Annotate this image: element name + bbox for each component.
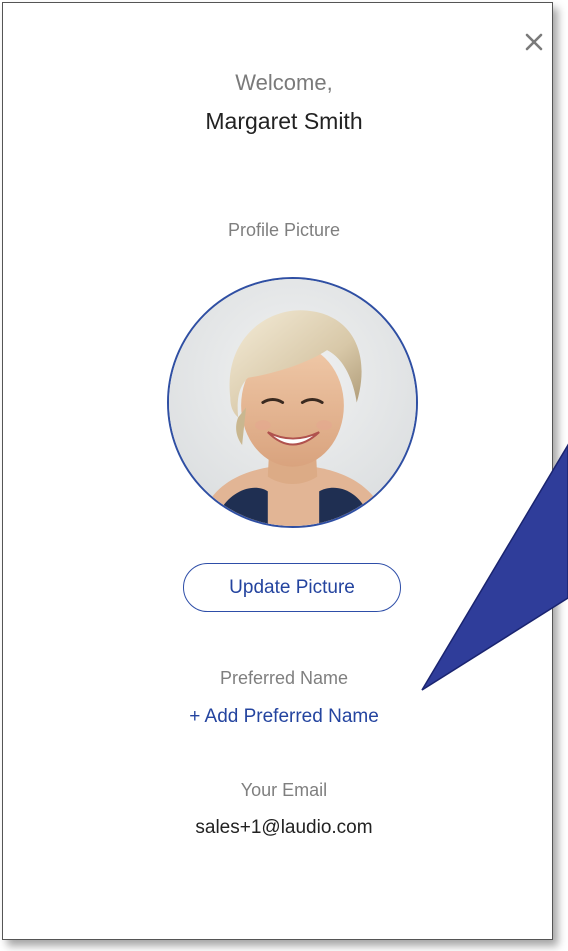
email-label: Your Email	[240, 780, 328, 800]
profile-photo	[169, 279, 416, 526]
preferred-name-label: Preferred Name	[219, 668, 349, 688]
add-preferred-name-link[interactable]: + Add Preferred Name	[0, 706, 568, 728]
close-icon	[525, 33, 543, 51]
app-canvas: Welcome, Margaret Smith Profile Picture	[0, 0, 568, 951]
welcome-heading: Welcome,	[235, 70, 333, 95]
user-name: Margaret Smith	[205, 108, 363, 134]
avatar[interactable]	[167, 277, 418, 528]
profile-picture-label: Profile Picture	[227, 220, 341, 240]
email-value: sales+1@laudio.com	[195, 817, 373, 838]
update-picture-button[interactable]: Update Picture	[183, 563, 401, 612]
close-button[interactable]	[520, 28, 548, 56]
